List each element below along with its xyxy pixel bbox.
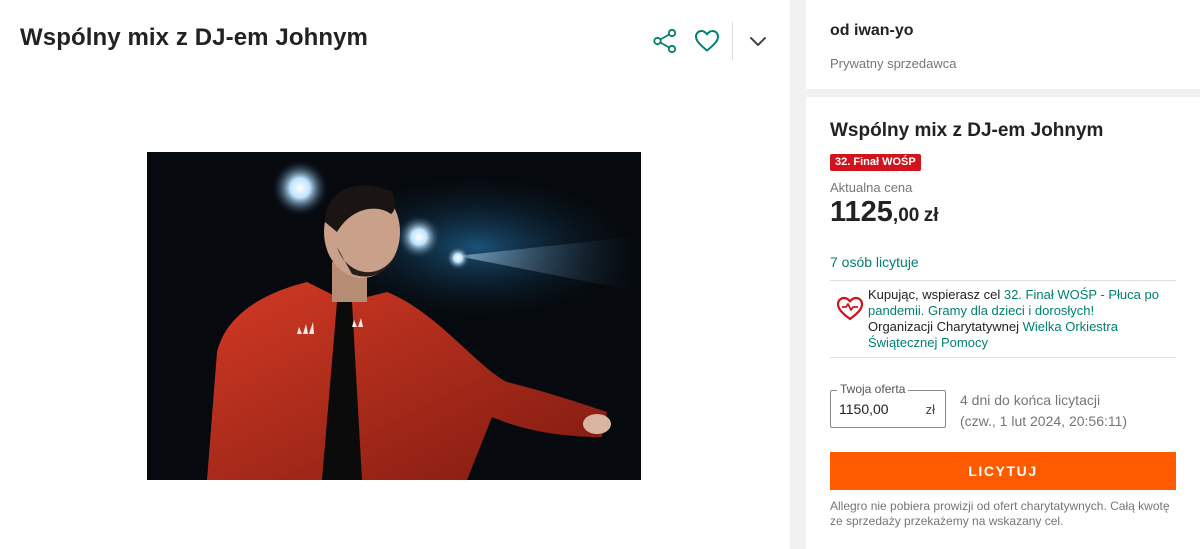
sidebar: od iwan-yo Prywatny sprzedawca Wspólny m… bbox=[790, 0, 1200, 549]
seller-name[interactable]: od iwan-yo bbox=[830, 22, 1200, 40]
bidders-link[interactable]: 7 osób licytuje bbox=[830, 254, 919, 270]
auction-end-date: (czw., 1 lut 2024, 20:56:11) bbox=[960, 413, 1128, 429]
listing-title: Wspólny mix z DJ-em Johnym bbox=[20, 24, 368, 51]
divider bbox=[830, 357, 1176, 358]
price-fraction: ,00 bbox=[892, 205, 920, 226]
share-button[interactable] bbox=[648, 24, 682, 58]
charity-heart-icon bbox=[836, 296, 864, 321]
seller-type: Prywatny sprzedawca bbox=[830, 56, 957, 71]
offer-card: Wspólny mix z DJ-em Johnym 32. Finał WOŚ… bbox=[806, 97, 1200, 549]
price-whole: 1125 bbox=[830, 196, 893, 228]
charity-prefix: Kupując, wspierasz cel bbox=[868, 287, 1004, 302]
bid-input[interactable] bbox=[839, 401, 919, 417]
price-label: Aktualna cena bbox=[830, 180, 913, 195]
price-currency: zł bbox=[923, 205, 939, 226]
listing-actions bbox=[648, 22, 775, 60]
bid-button[interactable]: LICYTUJ bbox=[830, 452, 1176, 490]
heart-icon bbox=[695, 30, 719, 52]
bid-unit: zł bbox=[925, 402, 935, 417]
wosp-badge: 32. Finał WOŚP bbox=[830, 154, 921, 171]
bid-field[interactable]: Twoja oferta zł bbox=[830, 382, 946, 428]
share-icon bbox=[653, 28, 677, 54]
offer-title: Wspólny mix z DJ-em Johnym bbox=[830, 120, 1104, 141]
chevron-down-icon bbox=[750, 37, 766, 46]
listing-panel: Wspólny mix z DJ-em Johnym bbox=[0, 0, 790, 549]
time-left: 4 dni do końca licytacji bbox=[960, 392, 1101, 408]
dj-photo-image bbox=[147, 152, 641, 480]
charity-org-prefix: Organizacji Charytatywnej bbox=[868, 319, 1023, 334]
current-price: 1125,00 zł bbox=[830, 196, 939, 229]
commission-note: Allegro nie pobiera prowizji od ofert ch… bbox=[830, 499, 1170, 528]
listing-photo[interactable] bbox=[147, 152, 641, 480]
charity-text: Kupując, wspierasz cel 32. Finał WOŚP - … bbox=[868, 287, 1168, 351]
favorite-button[interactable] bbox=[690, 24, 724, 58]
bid-field-label: Twoja oferta bbox=[837, 382, 909, 396]
seller-card: od iwan-yo Prywatny sprzedawca bbox=[806, 0, 1200, 89]
divider bbox=[830, 280, 1176, 281]
actions-divider bbox=[732, 22, 733, 60]
expand-button[interactable] bbox=[741, 24, 775, 58]
